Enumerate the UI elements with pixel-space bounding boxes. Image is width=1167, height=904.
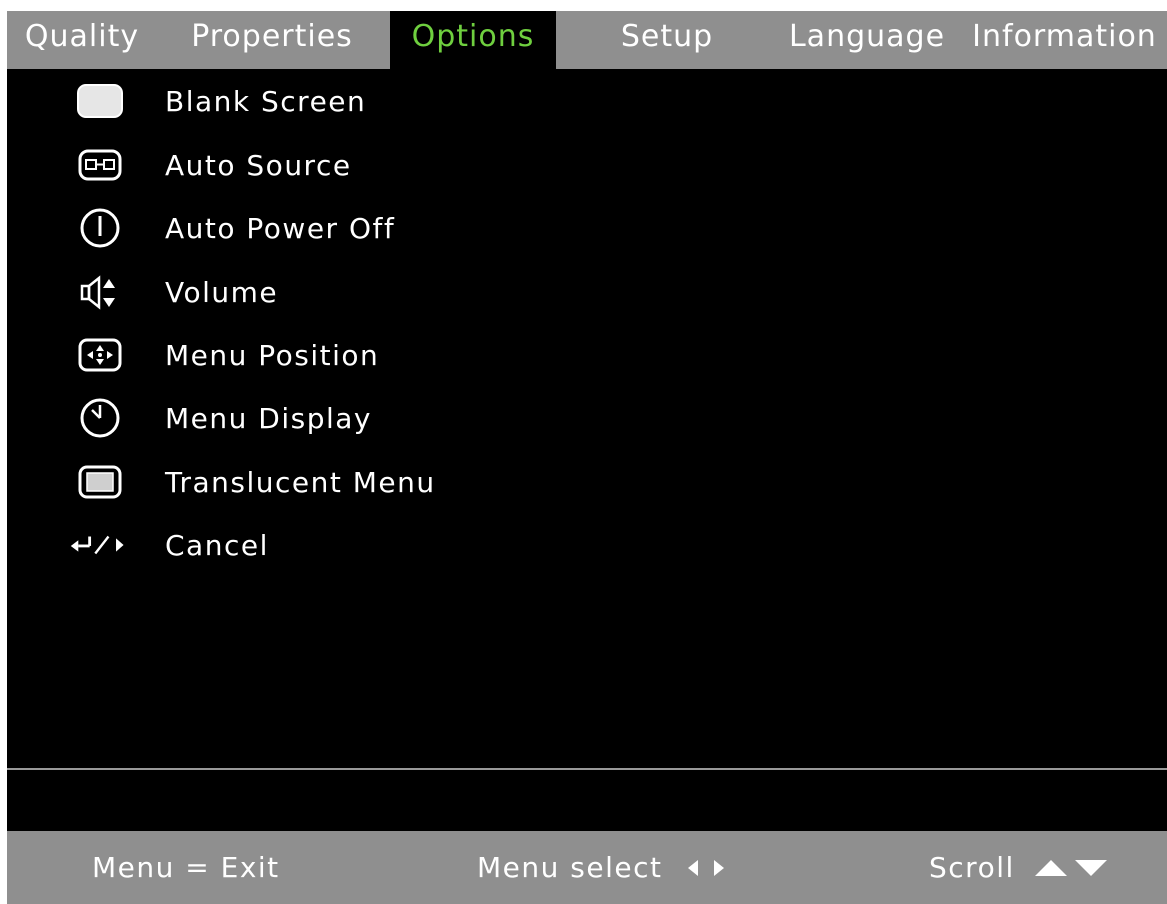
menu-item-blank-screen[interactable]: Blank Screen bbox=[67, 75, 527, 127]
osd-menu: Quality Properties Options Setup Languag… bbox=[7, 11, 1167, 904]
menu-item-menu-display[interactable]: Menu Display bbox=[67, 392, 527, 444]
select-hint: Menu select bbox=[477, 831, 728, 904]
menu-position-icon bbox=[67, 333, 133, 377]
menu-item-translucent-menu[interactable]: Translucent Menu bbox=[67, 456, 527, 508]
divider bbox=[7, 768, 1167, 770]
menu-item-menu-position[interactable]: Menu Position bbox=[67, 329, 527, 381]
volume-icon bbox=[67, 270, 133, 314]
up-down-arrows-icon bbox=[1033, 856, 1111, 880]
translucent-menu-icon bbox=[67, 460, 133, 504]
tab-options[interactable]: Options bbox=[390, 11, 556, 69]
scroll-hint-text: Scroll bbox=[929, 850, 1015, 884]
tab-quality[interactable]: Quality bbox=[7, 11, 157, 69]
blank-screen-icon bbox=[67, 79, 133, 123]
menu-item-label: Menu Display bbox=[165, 401, 372, 435]
tab-properties[interactable]: Properties bbox=[172, 11, 372, 69]
exit-hint-text: Menu = Exit bbox=[92, 850, 280, 884]
select-hint-text: Menu select bbox=[477, 850, 663, 884]
exit-hint: Menu = Exit bbox=[92, 831, 280, 904]
menu-item-auto-source[interactable]: Auto Source bbox=[67, 139, 527, 191]
tab-information[interactable]: Information bbox=[962, 11, 1167, 69]
options-menu: Blank Screen Auto Source Auto Power Off … bbox=[7, 69, 1167, 769]
tab-setup[interactable]: Setup bbox=[582, 11, 752, 69]
clock-icon bbox=[67, 396, 133, 440]
menu-item-label: Translucent Menu bbox=[165, 465, 436, 499]
power-icon bbox=[67, 206, 133, 250]
footer-bar: Menu = Exit Menu select Scroll bbox=[7, 831, 1167, 904]
tab-bar: Quality Properties Options Setup Languag… bbox=[7, 11, 1167, 69]
menu-item-label: Volume bbox=[165, 275, 279, 309]
scroll-hint: Scroll bbox=[929, 831, 1111, 904]
auto-source-icon bbox=[67, 143, 133, 187]
menu-item-volume[interactable]: Volume bbox=[67, 266, 527, 318]
menu-item-label: Blank Screen bbox=[165, 84, 367, 118]
left-right-arrows-icon bbox=[684, 856, 728, 880]
menu-item-label: Cancel bbox=[165, 528, 269, 562]
menu-item-cancel[interactable]: Cancel bbox=[67, 519, 527, 571]
enter-back-icon bbox=[67, 523, 133, 567]
menu-item-label: Auto Power Off bbox=[165, 211, 396, 245]
menu-item-auto-power-off[interactable]: Auto Power Off bbox=[67, 202, 527, 254]
tab-language[interactable]: Language bbox=[782, 11, 952, 69]
menu-item-label: Auto Source bbox=[165, 148, 352, 182]
menu-item-label: Menu Position bbox=[165, 338, 380, 372]
